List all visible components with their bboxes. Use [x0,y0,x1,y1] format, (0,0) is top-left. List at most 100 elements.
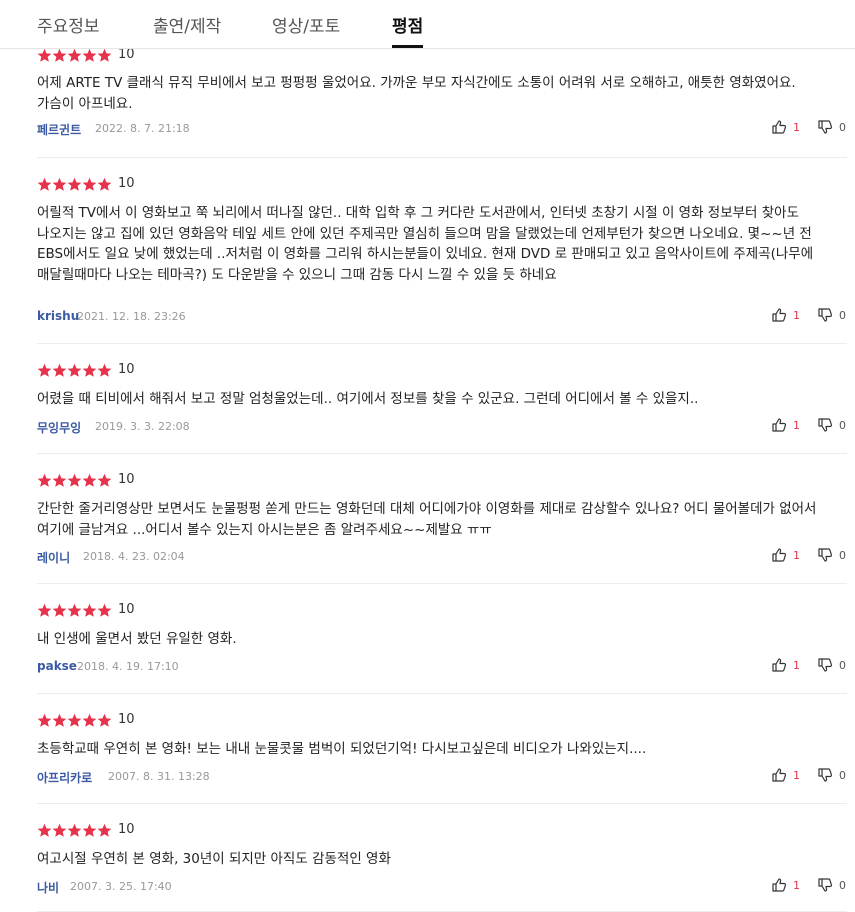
thumbs-up-icon [772,548,787,562]
like-button[interactable]: 1 [771,877,800,893]
dislike-button[interactable]: 0 [817,119,846,135]
dislike-button[interactable]: 0 [817,417,846,433]
star-icon [67,473,82,488]
review-date: 2007. 3. 25. 17:40 [70,880,172,893]
review-item: 10 간단한 줄거리영상만 보면서도 눈물펑펑 쏟게 만드는 영화던데 대체 어… [37,453,847,584]
rating-stars [37,823,112,839]
dislike-count: 0 [839,308,846,322]
thumbs-up-icon [772,308,787,322]
star-icon [82,363,97,378]
thumbs-up-icon [772,120,787,134]
review-author[interactable]: krishu [37,309,79,323]
star-icon [67,603,82,618]
star-icon [82,713,97,728]
rating-score: 10 [118,472,135,487]
like-count: 1 [793,768,800,782]
review-text: 초등학교때 우연히 본 영화! 보는 내내 눈물콧물 범벅이 되었던기억! 다시… [37,741,647,757]
review-item: 10 여고시절 우연히 본 영화, 30년이 되지만 아직도 감동적인 영화 나… [37,803,847,912]
star-icon [97,363,112,378]
star-icon [82,473,97,488]
rating-stars [37,473,112,489]
thumbs-down-icon [818,548,833,562]
review-date: 2019. 3. 3. 22:08 [95,420,190,433]
star-icon [52,473,67,488]
dislike-button[interactable]: 0 [817,767,846,783]
dislike-count: 0 [839,768,846,782]
like-count: 1 [793,878,800,892]
active-tab-indicator [392,45,423,48]
review-author[interactable]: 무잉무잉 [37,419,81,436]
review-text: 어제 ARTE TV 클래식 뮤직 무비에서 보고 펑펑펑 울었어요. 가까운 … [37,75,796,112]
thumbs-up-icon [772,878,787,892]
review-author[interactable]: 나비 [37,879,59,896]
review-author[interactable]: pakse [37,659,77,673]
star-icon [82,823,97,838]
rating-stars [37,363,112,379]
thumbs-down-icon [818,768,833,782]
like-count: 1 [793,658,800,672]
star-icon [37,713,52,728]
thumbs-down-icon [818,418,833,432]
star-icon [82,177,97,192]
tab-video-photo[interactable]: 영상/포토 [272,12,340,37]
like-button[interactable]: 1 [771,307,800,323]
tab-rating[interactable]: 평점 [392,12,423,37]
like-count: 1 [793,308,800,322]
star-icon [52,49,67,63]
thumbs-up-icon [772,658,787,672]
thumbs-down-icon [818,120,833,134]
rating-score: 10 [118,822,135,837]
dislike-count: 0 [839,548,846,562]
dislike-button[interactable]: 0 [817,307,846,323]
review-text: 내 인생에 울면서 봤던 유일한 영화. [37,631,237,647]
like-count: 1 [793,120,800,134]
thumbs-down-icon [818,878,833,892]
thumbs-down-icon [818,308,833,322]
like-button[interactable]: 1 [771,657,800,673]
star-icon [67,363,82,378]
rating-stars [37,713,112,729]
rating-stars [37,49,112,64]
star-icon [97,823,112,838]
review-date: 2018. 4. 19. 17:10 [77,660,179,673]
dislike-button[interactable]: 0 [817,547,846,563]
tab-bar: 주요정보 출연/제작 영상/포토 평점 [0,0,855,49]
star-icon [52,713,67,728]
star-icon [97,177,112,192]
thumbs-up-icon [772,418,787,432]
rating-score: 10 [118,49,135,62]
like-button[interactable]: 1 [771,767,800,783]
star-icon [97,603,112,618]
star-icon [97,49,112,63]
tab-main-info[interactable]: 주요정보 [37,12,100,37]
like-button[interactable]: 1 [771,119,800,135]
review-date: 2022. 8. 7. 21:18 [95,122,190,135]
review-item: 1 0 내 인생에 울면서 봤던 유일한 영화. pakse 2018. 4. 1… [37,583,847,694]
review-author[interactable]: 아프리카로 [37,769,92,786]
rating-stars [37,177,112,193]
review-author[interactable]: 레이니 [37,549,70,566]
star-icon [97,713,112,728]
review-date: 2018. 4. 23. 02:04 [83,550,185,563]
dislike-count: 0 [839,120,846,134]
dislike-button[interactable]: 0 [817,657,846,673]
star-icon [52,603,67,618]
rating-score: 10 [118,176,135,191]
dislike-button[interactable]: 0 [817,877,846,893]
like-button[interactable]: 1 [771,417,800,433]
like-button[interactable]: 1 [771,547,800,563]
like-count: 1 [793,418,800,432]
star-icon [37,473,52,488]
rating-stars [37,603,112,619]
star-icon [67,823,82,838]
review-list[interactable]: 10 어제 ARTE TV 클래식 뮤직 무비에서 보고 펑펑펑 울었어요. 가… [0,49,855,912]
review-item: 10 어렸을 때 티비에서 해줘서 보고 정말 엄청울었는데.. 여기에서 정보… [37,343,847,454]
star-icon [67,49,82,63]
star-icon [37,603,52,618]
review-item: 10 어제 ARTE TV 클래식 뮤직 무비에서 보고 펑펑펑 울었어요. 가… [37,49,847,158]
review-item: 10 어릴적 TV에서 이 영화보고 쭉 뇌리에서 떠나질 않던.. 대학 입학… [37,157,847,344]
tab-cast-crew[interactable]: 출연/제작 [153,12,221,37]
review-author[interactable]: 페르귄트 [37,121,81,138]
star-icon [37,49,52,63]
star-icon [37,177,52,192]
